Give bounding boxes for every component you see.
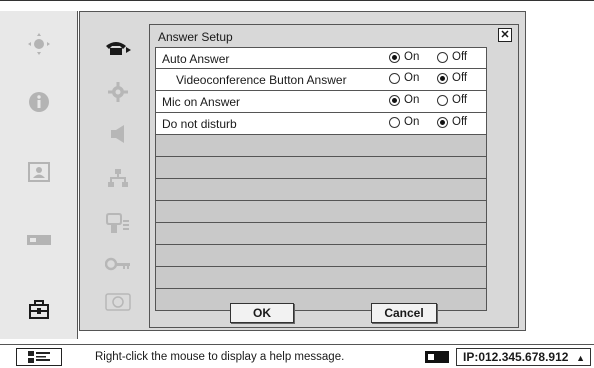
speaker-icon[interactable] <box>100 120 136 148</box>
do-not-disturb-off-radio[interactable]: Off <box>437 116 467 128</box>
toolbox-icon[interactable] <box>24 297 54 323</box>
empty-row <box>155 267 487 289</box>
answer-setup-dialog: Answer Setup ✕ Auto Answer On Off Videoc… <box>149 24 519 328</box>
settings-list: Auto Answer On Off Videoconference Butto… <box>155 47 487 311</box>
status-bar: Right-click the mouse to display a help … <box>0 344 594 368</box>
setting-row-auto-answer: Auto Answer On Off <box>155 47 487 69</box>
setting-label: Videoconference Button Answer <box>176 73 347 87</box>
monitor-input-icon[interactable] <box>24 227 54 253</box>
up-arrow-icon: ▲ <box>576 353 585 363</box>
auto-answer-off-radio[interactable]: Off <box>437 51 467 63</box>
do-not-disturb-on-radio[interactable]: On <box>389 116 419 128</box>
info-icon[interactable] <box>24 89 54 115</box>
radio-icon <box>389 72 400 84</box>
network-icon[interactable] <box>100 164 136 192</box>
network-status-icon <box>425 351 449 363</box>
vc-button-answer-on-radio[interactable]: On <box>389 72 419 84</box>
setup-panel: Answer Setup ✕ Auto Answer On Off Videoc… <box>79 11 526 331</box>
radio-icon <box>437 72 448 84</box>
telephone-icon[interactable] <box>100 34 136 62</box>
picture-icon[interactable] <box>24 159 54 185</box>
vc-button-answer-off-radio[interactable]: Off <box>437 72 467 84</box>
radio-icon <box>389 94 400 106</box>
ip-address-display[interactable]: IP:012.345.678.912 ▲ <box>456 348 591 366</box>
empty-row <box>155 179 487 201</box>
radio-icon <box>437 94 448 106</box>
close-button[interactable]: ✕ <box>498 28 512 42</box>
empty-row <box>155 289 487 311</box>
empty-row <box>155 201 487 223</box>
ok-button[interactable]: OK <box>230 303 294 323</box>
camera-control-icon[interactable] <box>24 31 54 57</box>
radio-icon <box>389 51 400 63</box>
mic-on-answer-on-radio[interactable]: On <box>389 94 419 106</box>
auto-answer-on-radio[interactable]: On <box>389 51 419 63</box>
setting-label: Mic on Answer <box>162 95 241 109</box>
left-nav <box>0 11 78 339</box>
setting-row-videoconference-button-answer: Videoconference Button Answer On Off <box>155 69 487 91</box>
device-icon[interactable] <box>100 288 136 316</box>
close-icon: ✕ <box>500 28 510 41</box>
setting-label: Do not disturb <box>162 117 237 131</box>
help-message: Right-click the mouse to display a help … <box>95 351 345 363</box>
empty-row <box>155 245 487 267</box>
gear-icon[interactable] <box>100 78 136 106</box>
radio-icon <box>437 51 448 63</box>
setting-label: Auto Answer <box>162 52 230 66</box>
menu-button[interactable] <box>16 348 62 366</box>
key-icon[interactable] <box>100 250 136 278</box>
empty-row <box>155 135 487 157</box>
empty-row <box>155 157 487 179</box>
radio-icon <box>437 116 448 128</box>
empty-row <box>155 223 487 245</box>
dialog-title: Answer Setup <box>158 30 233 44</box>
main-frame: Answer Setup ✕ Auto Answer On Off Videoc… <box>0 0 594 342</box>
content-area: Answer Setup ✕ Auto Answer On Off Videoc… <box>79 11 594 339</box>
ip-address: IP:012.345.678.912 <box>463 350 569 364</box>
setting-row-do-not-disturb: Do not disturb On Off <box>155 113 487 135</box>
sub-nav <box>90 26 150 326</box>
video-audio-icon[interactable] <box>100 210 136 238</box>
menu-list-icon <box>28 351 50 363</box>
cancel-button[interactable]: Cancel <box>371 303 437 323</box>
radio-icon <box>389 116 400 128</box>
setting-row-mic-on-answer: Mic on Answer On Off <box>155 91 487 113</box>
mic-on-answer-off-radio[interactable]: Off <box>437 94 467 106</box>
